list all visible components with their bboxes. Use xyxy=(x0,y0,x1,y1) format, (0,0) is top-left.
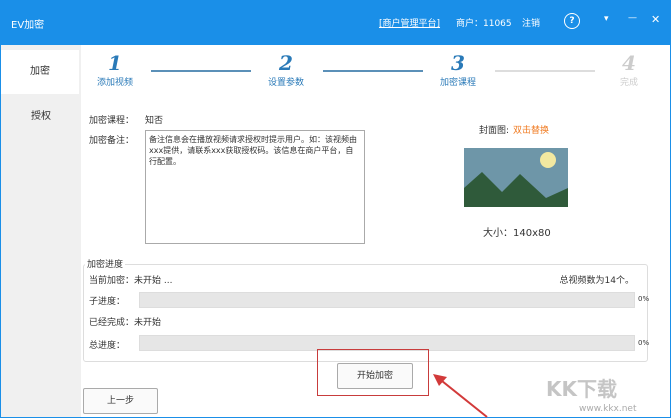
sub-progress-pct: 0% xyxy=(638,295,650,303)
sidebar: 加密 授权 xyxy=(1,45,81,417)
sidebar-item-authorize[interactable]: 授权 xyxy=(1,95,81,139)
completed-status: 已经完成：未开始 xyxy=(89,318,162,328)
cover-replace-hint: 双击替换 xyxy=(513,126,550,136)
sub-progress-bar xyxy=(139,292,635,308)
app-title: EV加密 xyxy=(11,20,45,31)
watermark-logo: KK下载 xyxy=(546,377,617,401)
cover-size: 大小：140x80 xyxy=(483,228,551,239)
start-encrypt-button[interactable]: 开始加密 xyxy=(337,363,413,389)
title-bar: EV加密 [商户管理平台] 商户：11065 注销 ? ▾ — ✕ xyxy=(1,1,670,45)
note-label: 加密备注： xyxy=(89,136,135,146)
close-icon[interactable]: ✕ xyxy=(651,13,660,26)
watermark-url: www.kkx.net xyxy=(579,404,637,414)
total-progress-label: 总进度： xyxy=(89,341,126,351)
sub-progress-label: 子进度： xyxy=(89,297,126,307)
step-3: 3 加密课程 xyxy=(439,51,476,88)
step-1: 1 添加视频 xyxy=(96,51,133,88)
step-connector xyxy=(495,70,595,72)
merchant-id: 商户：11065 xyxy=(456,19,512,29)
arrow-annotation xyxy=(433,374,488,418)
course-label: 加密课程： xyxy=(89,116,135,126)
step-connector xyxy=(151,70,251,72)
total-progress-pct: 0% xyxy=(638,339,650,347)
cover-image[interactable] xyxy=(464,148,568,207)
menu-dropdown-icon[interactable]: ▾ xyxy=(604,14,609,24)
merchant-portal-link[interactable]: [商户管理平台] xyxy=(379,16,440,29)
total-videos: 总视频数为14个。 xyxy=(559,276,634,286)
note-textarea[interactable]: 备注信息会在播放视频请求授权时提示用户。如：该视频由xxx提供，请联系xxx获取… xyxy=(145,130,365,244)
cover-label: 封面图: xyxy=(479,126,510,136)
minimize-icon[interactable]: — xyxy=(628,13,637,23)
course-value: 知否 xyxy=(145,116,164,126)
help-icon[interactable]: ? xyxy=(564,13,580,29)
previous-step-button[interactable]: 上一步 xyxy=(83,388,158,414)
progress-title: 加密进度 xyxy=(85,257,126,270)
app-window: EV加密 [商户管理平台] 商户：11065 注销 ? ▾ — ✕ 加密 授权 … xyxy=(0,0,671,418)
current-encrypt-status: 当前加密：未开始 ... xyxy=(89,276,173,286)
sidebar-item-encrypt[interactable]: 加密 xyxy=(1,50,79,94)
step-4: 4 完成 xyxy=(619,51,638,88)
logout-link[interactable]: 注销 xyxy=(522,16,540,29)
step-connector xyxy=(323,70,423,72)
step-2: 2 设置参数 xyxy=(267,51,304,88)
